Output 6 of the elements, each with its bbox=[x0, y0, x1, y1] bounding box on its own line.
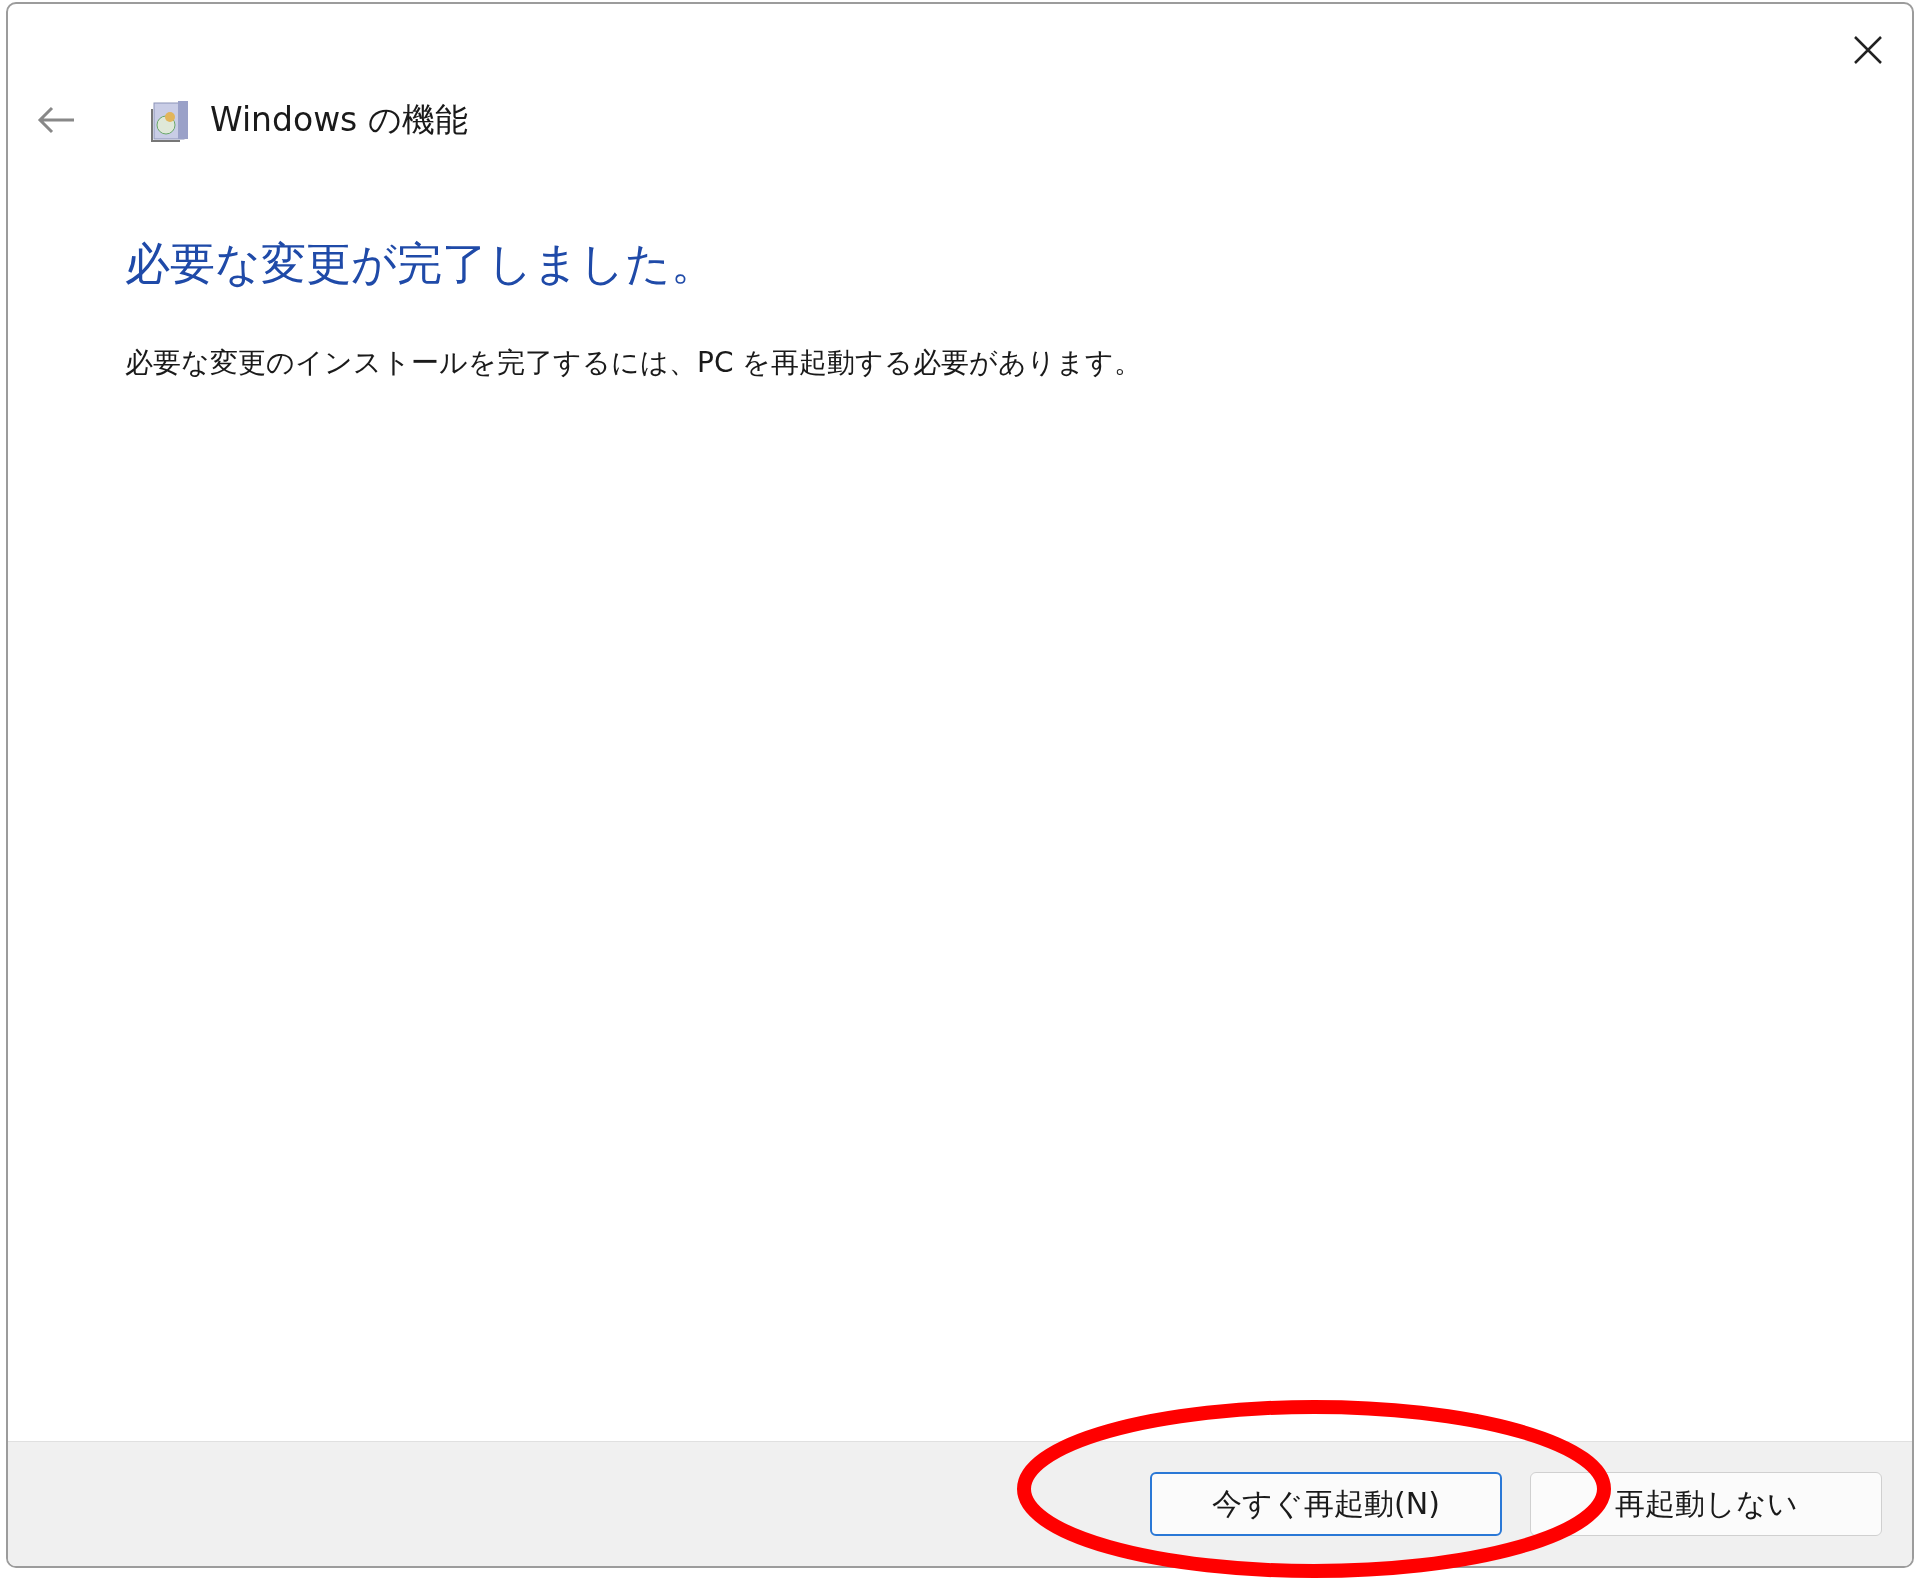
restart-later-button[interactable]: 再起動しない bbox=[1530, 1472, 1882, 1536]
message-text: 必要な変更のインストールを完了するには、PC を再起動する必要があります。 bbox=[125, 345, 1144, 381]
window-title: Windows の機能 bbox=[210, 98, 468, 141]
restart-now-button[interactable]: 今すぐ再起動(N) bbox=[1150, 1472, 1502, 1536]
heading: 必要な変更が完了しました。 bbox=[125, 236, 717, 292]
back-arrow-icon[interactable] bbox=[36, 105, 76, 135]
